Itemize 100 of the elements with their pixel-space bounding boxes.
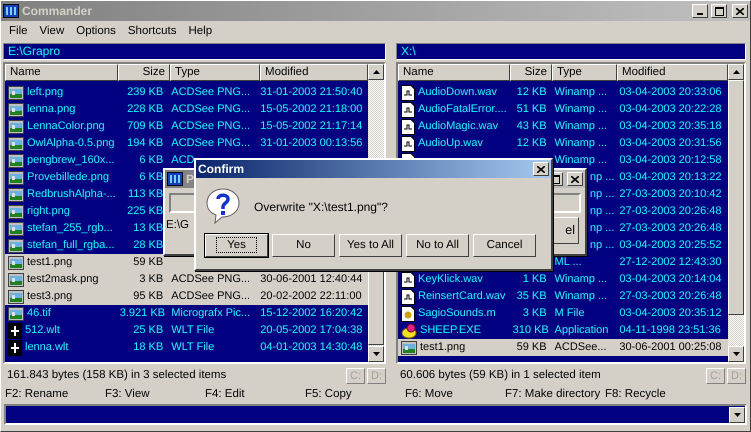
file-size: 6 KB xyxy=(139,170,164,183)
file-size: 13 KB xyxy=(133,222,164,234)
file-date: 27-12-2002 12:43:30 xyxy=(619,256,722,268)
file-date: 31-01-2003 00:13:56 xyxy=(260,136,362,149)
file-type: ACDSee PNG... xyxy=(171,136,250,149)
file-type: ACDSee PNG... xyxy=(171,102,250,115)
file-type: Application xyxy=(554,324,608,336)
file-date: 03-04-2003 20:14:04 xyxy=(619,272,722,285)
file-type: ACD xyxy=(171,154,194,166)
file-size: 51 KB xyxy=(516,102,547,115)
file-name: AudioMagic.wav xyxy=(418,120,498,134)
file-type: np ... xyxy=(590,222,614,234)
file-name: test2mask.png xyxy=(27,272,99,286)
file-date: 31-01-2003 21:50:40 xyxy=(260,86,362,98)
file-type: M File xyxy=(554,306,584,319)
file-date: 27-03-2003 20:26:48 xyxy=(619,290,722,302)
file-name: 46.tif xyxy=(27,306,51,320)
path-label: E:\G xyxy=(165,219,190,233)
file-date: 30-06-2001 12:40:44 xyxy=(260,272,362,285)
file-date: 03-04-2003 20:35:18 xyxy=(619,120,722,132)
window-title: P xyxy=(186,172,194,186)
file-name: RedbrushAlpha-... xyxy=(27,188,116,202)
file-name: pengbrew_160x... xyxy=(27,154,114,168)
file-type: np ... xyxy=(590,238,614,251)
file-type: Winamp ... xyxy=(554,102,608,115)
file-type: ML ... xyxy=(554,256,582,268)
file-name: right.png xyxy=(27,204,70,218)
dialog-title: Confirm xyxy=(198,162,244,176)
file-size: 194 KB xyxy=(127,136,164,149)
file-name: OwlAlpha-0.5.png xyxy=(27,136,114,150)
file-date: 03-04-2003 20:35:12 xyxy=(619,306,722,319)
file-type: ACDSee... xyxy=(554,340,607,353)
file-size: 310 KB xyxy=(512,324,549,336)
dialog-message: Overwrite "X:\test1.png"? xyxy=(254,200,388,214)
file-size: 3 KB xyxy=(139,272,164,285)
file-name: stefan_255_rgb... xyxy=(27,222,113,236)
file-type: ACDSee PNG... xyxy=(171,290,250,302)
file-date: 15-05-2002 21:18:00 xyxy=(260,102,362,115)
file-date: 03-04-2003 20:33:06 xyxy=(619,86,722,98)
file-size: 12 KB xyxy=(516,136,547,149)
file-date: 03-04-2003 20:31:56 xyxy=(619,136,722,149)
file-name: AudioDown.wav xyxy=(418,86,497,100)
file-type: ACDSee PNG... xyxy=(171,120,250,132)
file-name: test1.png xyxy=(420,340,466,354)
file-name: AudioFatalError.... xyxy=(418,102,507,116)
file-date: 04-01-2003 14:30:48 xyxy=(260,340,362,353)
file-name: AudioUp.wav xyxy=(418,136,483,150)
file-type: ACDSee PNG... xyxy=(171,272,250,285)
file-date: 20-05-2002 17:04:38 xyxy=(260,324,362,336)
file-type: ACDSee PNG... xyxy=(171,86,250,98)
file-name: 512.wlt xyxy=(25,324,60,338)
file-size: 3.921 KB xyxy=(120,306,166,319)
file-name: test1.png xyxy=(27,256,72,270)
file-name: stefan_full_rgba... xyxy=(27,238,114,252)
file-date: 27-03-2003 20:10:42 xyxy=(619,188,722,200)
file-name: KeyKlick.wav xyxy=(418,272,483,286)
file-date: 27-03-2003 20:26:48 xyxy=(619,222,722,234)
file-date: 15-05-2002 21:17:14 xyxy=(260,120,362,132)
file-date: 03-04-2003 20:13:22 xyxy=(619,170,722,183)
file-size: 25 KB xyxy=(133,324,164,336)
file-type: np ... xyxy=(590,204,614,217)
file-size: 12 KB xyxy=(516,86,547,98)
file-size: 225 KB xyxy=(127,204,164,217)
file-name: SHEEP.EXE xyxy=(420,324,481,338)
file-size: 239 KB xyxy=(127,86,164,98)
file-name: test3.png xyxy=(27,290,72,304)
file-size: 228 KB xyxy=(127,102,164,115)
file-size: 59 KB xyxy=(133,256,164,268)
file-date: 03-04-2003 20:22:28 xyxy=(619,102,722,115)
file-size: 3 KB xyxy=(522,306,547,319)
file-name: lenna.wlt xyxy=(25,340,68,354)
file-date: 27-03-2003 20:26:48 xyxy=(619,204,722,217)
file-type: Winamp ... xyxy=(554,86,608,98)
window-title: Commander xyxy=(22,4,92,18)
file-date: 04-11-1998 23:51:36 xyxy=(619,324,721,336)
file-type: np ... xyxy=(590,170,614,183)
file-date: 30-06-2001 00:25:08 xyxy=(619,340,722,353)
file-size: 1 KB xyxy=(522,272,547,285)
file-size: 28 KB xyxy=(133,238,164,251)
file-name: lenna.png xyxy=(27,102,76,116)
file-type: WLT File xyxy=(171,324,214,336)
file-size: 95 KB xyxy=(133,290,164,302)
file-type: Winamp ... xyxy=(554,154,608,166)
file-type: Winamp ... xyxy=(554,272,608,285)
file-name: LennaColor.png xyxy=(27,120,105,134)
file-date: 15-12-2002 16:20:42 xyxy=(260,306,362,319)
file-date: 03-04-2003 20:12:58 xyxy=(619,154,722,166)
file-type: Micrografx Pic... xyxy=(171,306,250,319)
file-name: left.png xyxy=(27,86,64,100)
status-text: 60.606 bytes (59 KB) in 1 selected item xyxy=(399,369,602,383)
file-type: np ... xyxy=(590,188,614,200)
file-name: SagioSounds.m xyxy=(418,306,496,320)
status-text: 161.843 bytes (158 KB) in 3 selected items xyxy=(6,369,228,383)
file-date: 03-04-2003 20:25:52 xyxy=(619,238,722,251)
file-type: Winamp ... xyxy=(554,136,608,149)
file-date: 20-02-2002 22:11:00 xyxy=(260,290,362,302)
file-name: ReinsertCard.wav xyxy=(418,290,506,304)
file-size: 43 KB xyxy=(516,120,547,132)
file-size: 113 KB xyxy=(128,188,164,200)
file-size: 709 KB xyxy=(127,120,164,132)
